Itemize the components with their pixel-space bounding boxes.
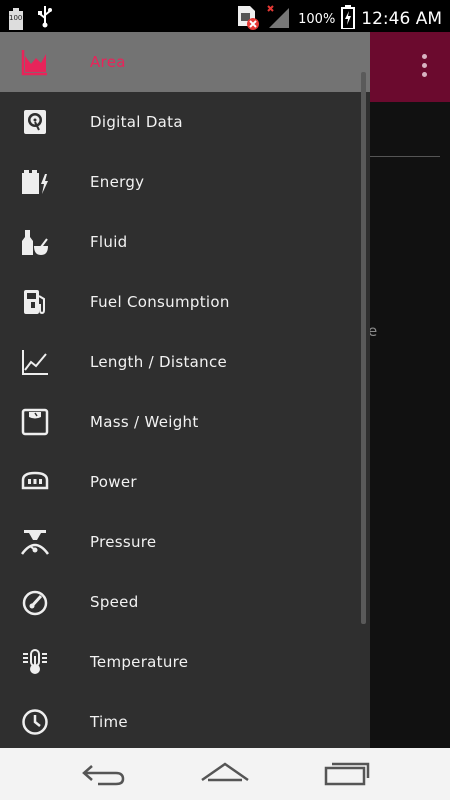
drawer-item-label: Digital Data bbox=[90, 113, 183, 131]
drawer-item-power[interactable]: Power bbox=[0, 452, 370, 512]
system-navigation-bar bbox=[0, 748, 450, 800]
drawer-item-label: Length / Distance bbox=[90, 353, 228, 371]
home-button[interactable] bbox=[200, 758, 250, 790]
back-button[interactable] bbox=[78, 758, 128, 790]
navigation-drawer: Area Digital Data Energy Fluid Fuel Cons… bbox=[0, 32, 370, 748]
clock-time: 12:46 AM bbox=[361, 9, 442, 29]
drawer-item-length-distance[interactable]: Length / Distance bbox=[0, 332, 370, 392]
battery-percent: 100% bbox=[298, 11, 336, 27]
hard-drive-icon bbox=[21, 108, 49, 136]
drawer-item-label: Speed bbox=[90, 593, 139, 611]
drawer-item-label: Pressure bbox=[90, 533, 157, 551]
drawer-item-temperature[interactable]: Temperature bbox=[0, 632, 370, 692]
app-toolbar bbox=[370, 32, 450, 102]
drawer-item-label: Temperature bbox=[90, 653, 189, 671]
fuel-pump-icon bbox=[21, 288, 49, 316]
battery-notification-label: 100 bbox=[9, 14, 23, 22]
speedometer-icon bbox=[21, 588, 49, 616]
drawer-item-label: Mass / Weight bbox=[90, 413, 199, 431]
power-meter-icon bbox=[21, 468, 49, 496]
drawer-item-fuel-consumption[interactable]: Fuel Consumption bbox=[0, 272, 370, 332]
clock-icon bbox=[21, 708, 49, 736]
drawer-item-label: Fuel Consumption bbox=[90, 293, 230, 311]
battery-bolt-icon bbox=[21, 168, 49, 196]
background-divider bbox=[370, 156, 440, 157]
pressure-gauge-icon bbox=[20, 528, 50, 556]
drawer-item-fluid[interactable]: Fluid bbox=[0, 212, 370, 272]
battery-charging-icon bbox=[341, 5, 356, 33]
drawer-scrollbar[interactable] bbox=[361, 72, 366, 624]
drawer-item-label: Power bbox=[90, 473, 137, 491]
drawer-item-energy[interactable]: Energy bbox=[0, 152, 370, 212]
usb-icon bbox=[38, 6, 52, 32]
drawer-item-digital-data[interactable]: Digital Data bbox=[0, 92, 370, 152]
area-chart-icon bbox=[21, 48, 49, 76]
drawer-item-time[interactable]: Time bbox=[0, 692, 370, 748]
sim-error-icon bbox=[236, 4, 260, 34]
recent-apps-button[interactable] bbox=[322, 758, 372, 790]
status-bar: 100 100% 12:46 AM bbox=[0, 0, 450, 32]
overflow-menu-icon[interactable] bbox=[422, 54, 428, 81]
thermometer-icon bbox=[21, 648, 49, 676]
battery-notification-icon: 100 bbox=[8, 8, 24, 30]
drawer-item-pressure[interactable]: Pressure bbox=[0, 512, 370, 572]
drawer-item-area[interactable]: Area bbox=[0, 32, 370, 92]
drawer-item-label: Energy bbox=[90, 173, 145, 191]
scale-icon bbox=[21, 408, 49, 436]
line-graph-icon bbox=[21, 348, 49, 376]
drawer-item-speed[interactable]: Speed bbox=[0, 572, 370, 632]
drawer-item-label: Area bbox=[90, 53, 126, 71]
bottle-bowl-icon bbox=[21, 228, 49, 256]
drawer-item-label: Fluid bbox=[90, 233, 128, 251]
drawer-item-mass-weight[interactable]: Mass / Weight bbox=[0, 392, 370, 452]
drawer-item-label: Time bbox=[90, 713, 128, 731]
signal-icon bbox=[266, 4, 292, 34]
